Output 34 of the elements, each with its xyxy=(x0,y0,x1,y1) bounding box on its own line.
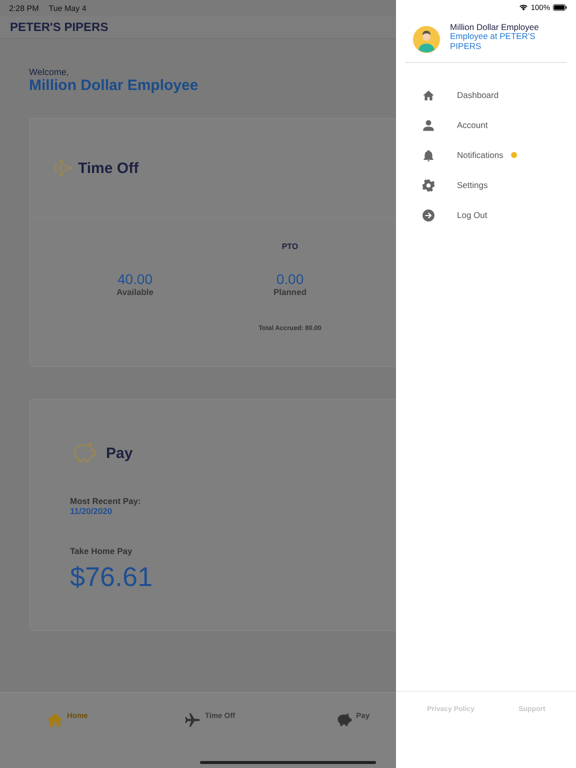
battery-icon xyxy=(553,4,567,10)
avatar xyxy=(413,26,440,53)
recent-pay-label: Most Recent Pay: xyxy=(70,496,142,506)
gear-icon xyxy=(422,178,435,192)
welcome-text: Welcome, xyxy=(29,67,70,77)
hours-label: Planned xyxy=(273,287,307,297)
airplane-icon xyxy=(54,158,74,178)
menu-item[interactable]: Notifications xyxy=(396,140,576,170)
card-title: Pay xyxy=(106,444,133,462)
status-time: 2:28 PM xyxy=(9,4,39,12)
home-icon xyxy=(422,88,435,102)
hours-value: 40.00 xyxy=(117,271,153,287)
card-title: Time Off xyxy=(78,160,139,176)
menu-item[interactable]: Dashboard xyxy=(396,80,576,110)
hours-value: 0.00 xyxy=(276,271,304,287)
user-role: Employee at PETER'S PIPERS xyxy=(450,32,536,52)
take-home-amount: $76.61 xyxy=(70,562,154,593)
pay-date: 11/20/2020 xyxy=(70,506,114,516)
piggy-bank-icon xyxy=(335,711,354,729)
home-icon xyxy=(46,711,64,729)
take-home-label: Take Home Pay xyxy=(70,546,134,556)
bell-icon xyxy=(422,148,435,162)
wifi-icon xyxy=(518,3,528,11)
airplane-icon xyxy=(184,711,202,729)
menu-item[interactable]: Log Out xyxy=(396,200,576,230)
user-name: Million Dollar Employee xyxy=(450,22,540,32)
status-date: Tue May 4 xyxy=(48,4,86,12)
employee-name: Million Dollar Employee xyxy=(29,77,200,94)
menu-item[interactable]: Settings xyxy=(396,170,576,200)
app-title: PETER'S PIPERS xyxy=(10,20,108,34)
person-icon xyxy=(422,118,435,132)
plan-label: PTO xyxy=(282,242,298,251)
menu-item[interactable]: Account xyxy=(396,110,576,140)
hours-label: Available xyxy=(116,287,154,297)
